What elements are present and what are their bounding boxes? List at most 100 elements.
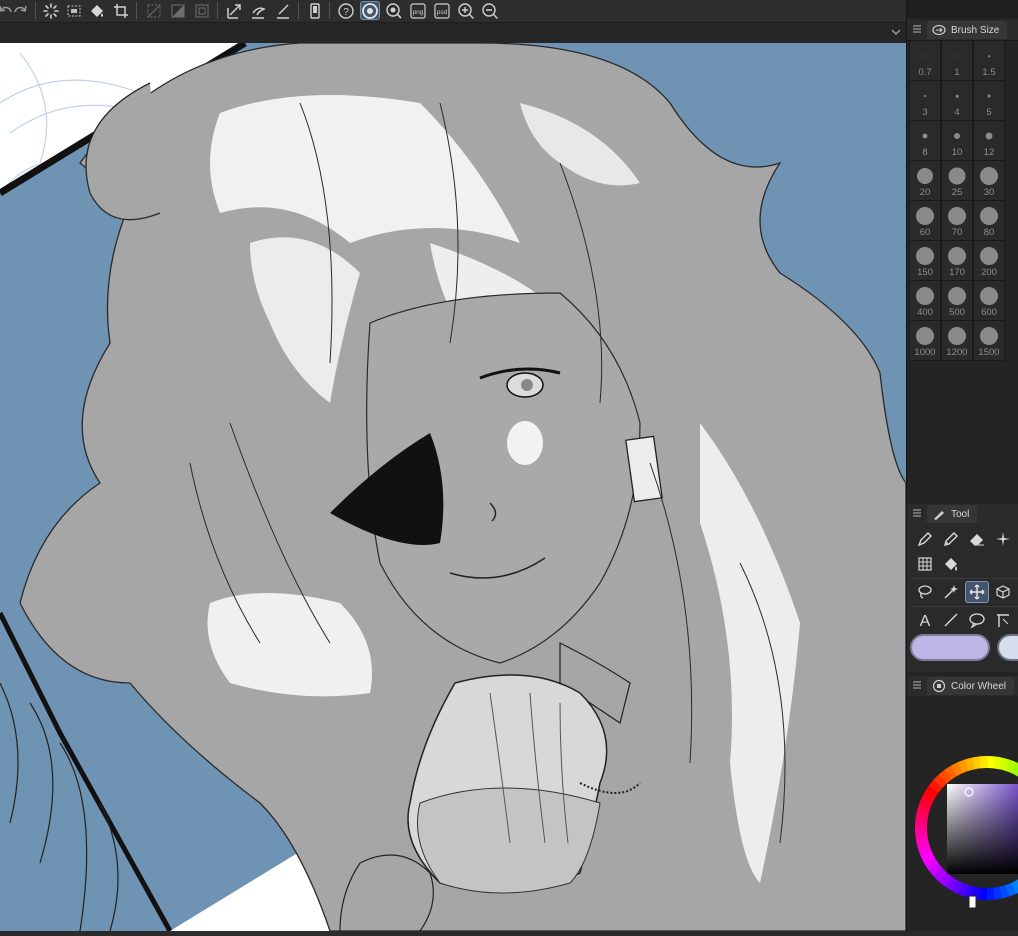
png-icon[interactable]: png (408, 1, 428, 20)
loading-icon[interactable] (41, 1, 61, 20)
device-icon[interactable] (305, 1, 325, 20)
transform-icon[interactable] (224, 1, 244, 20)
hue-ring-segment[interactable] (927, 795, 930, 802)
hue-ring-segment[interactable] (960, 888, 967, 891)
brush-size-cell[interactable]: 170 (941, 240, 973, 281)
invert-selection-icon[interactable] (168, 1, 188, 20)
hue-ring-segment[interactable] (942, 877, 948, 882)
hue-ring-segment[interactable] (948, 881, 954, 885)
brush-size-cell[interactable]: 25 (941, 160, 973, 201)
drawing-canvas[interactable] (0, 43, 906, 931)
speech-balloon-tool-icon[interactable] (965, 609, 989, 631)
brush-size-cell[interactable]: 1000 (909, 320, 941, 361)
hue-ring-segment[interactable] (943, 774, 949, 779)
brush-size-cell[interactable]: 0.7 (909, 40, 941, 81)
hue-ring-segment[interactable] (1001, 763, 1008, 765)
text-tool-icon[interactable]: A (913, 609, 937, 631)
zoom-ring-icon[interactable] (384, 1, 404, 20)
decoration-tool-icon[interactable] (991, 528, 1015, 550)
brush-size-cell[interactable]: 80 (973, 200, 1005, 241)
move-tool-icon[interactable] (965, 581, 989, 603)
menu-icon[interactable] (912, 24, 922, 34)
crop-icon[interactable] (111, 1, 131, 20)
hue-ring-segment[interactable] (922, 841, 924, 848)
hue-ring-segment[interactable] (924, 848, 927, 855)
grid-tool-icon[interactable] (913, 553, 937, 575)
deselect-icon[interactable] (144, 1, 164, 20)
brush-size-cell[interactable]: 1.5 (973, 40, 1005, 81)
hue-ring-segment[interactable] (926, 854, 929, 861)
menu-icon[interactable] (912, 508, 922, 518)
menu-icon[interactable] (912, 680, 922, 690)
color-wheel[interactable] (907, 696, 1018, 931)
chevron-down-icon[interactable] (888, 24, 904, 40)
brush-size-cell[interactable]: 1200 (941, 320, 973, 361)
help-icon[interactable]: ? (336, 1, 356, 20)
hue-handle[interactable] (969, 896, 976, 908)
hue-ring-segment[interactable] (933, 866, 938, 872)
brush-size-cell[interactable]: 1500 (973, 320, 1005, 361)
brush-size-cell[interactable]: 3 (909, 80, 941, 121)
hue-ring-segment[interactable] (967, 763, 974, 765)
brush-size-cell[interactable]: 10 (941, 120, 973, 161)
main-color-swatch[interactable] (910, 634, 990, 661)
tab-tool[interactable]: Tool (927, 505, 977, 523)
select-all-icon[interactable] (64, 1, 84, 20)
zoom-in-icon[interactable] (456, 1, 476, 20)
brush-size-cell[interactable]: 400 (909, 280, 941, 321)
redo-icon[interactable] (10, 1, 30, 20)
brush-size-cell[interactable]: 150 (909, 240, 941, 281)
fill-select-icon[interactable] (248, 1, 268, 20)
hue-ring-segment[interactable] (1007, 765, 1014, 768)
pencil-tool-icon[interactable] (939, 528, 963, 550)
brush-size-cell[interactable]: 30 (973, 160, 1005, 201)
brush-size-cell[interactable]: 500 (941, 280, 973, 321)
brush-size-cell[interactable]: 5 (973, 80, 1005, 121)
selection-border-icon[interactable] (192, 1, 212, 20)
hue-ring-segment[interactable] (948, 771, 954, 775)
brush-size-cell[interactable]: 60 (909, 200, 941, 241)
line-icon[interactable] (273, 1, 293, 20)
3d-tool-icon[interactable] (991, 581, 1015, 603)
eraser-tool-icon[interactable] (965, 528, 989, 550)
hue-ring-segment[interactable] (993, 893, 1000, 894)
hue-ring-segment[interactable] (1014, 768, 1018, 771)
lasso-tool-icon[interactable] (913, 581, 937, 603)
hue-ring-segment[interactable] (921, 814, 922, 821)
hue-ring-segment[interactable] (960, 765, 967, 768)
hue-ring-segment[interactable] (938, 779, 943, 784)
hue-ring-segment[interactable] (938, 872, 943, 877)
brush-size-cell[interactable]: 20 (909, 160, 941, 201)
brush-size-cell[interactable]: 4 (941, 80, 973, 121)
hue-ring-segment[interactable] (1007, 888, 1014, 891)
brush-size-cell[interactable]: 70 (941, 200, 973, 241)
hue-ring-segment[interactable] (930, 860, 934, 866)
stabilizer-icon[interactable] (360, 1, 380, 20)
magic-wand-tool-icon[interactable] (939, 581, 963, 603)
sub-color-swatch[interactable] (997, 634, 1018, 661)
hue-ring-segment[interactable] (1013, 885, 1018, 888)
psd-icon[interactable]: psd (432, 1, 452, 20)
hue-ring-segment[interactable] (973, 892, 980, 893)
hue-ring-segment[interactable] (954, 885, 961, 888)
tab-brush-size[interactable]: Brush Size (927, 21, 1007, 39)
hue-ring-segment[interactable] (921, 834, 922, 841)
hue-ring-segment[interactable] (934, 783, 939, 789)
hue-ring-segment[interactable] (994, 762, 1001, 763)
hue-ring-segment[interactable] (966, 891, 973, 893)
zoom-out-icon[interactable] (480, 1, 500, 20)
hue-ring-segment[interactable] (924, 801, 927, 808)
hue-ring-segment[interactable] (922, 807, 924, 814)
brush-size-cell[interactable]: 1 (941, 40, 973, 81)
brush-size-cell[interactable]: 200 (973, 240, 1005, 281)
fill-icon[interactable] (87, 1, 107, 20)
pen-tool-icon[interactable] (913, 528, 937, 550)
hue-ring-segment[interactable] (973, 762, 980, 763)
hue-ring-segment[interactable] (930, 789, 934, 795)
brush-size-cell[interactable]: 12 (973, 120, 1005, 161)
hue-ring-segment[interactable] (1000, 891, 1007, 893)
tab-color-wheel[interactable]: Color Wheel (927, 677, 1014, 695)
brush-size-cell[interactable]: 8 (909, 120, 941, 161)
hue-ring-segment[interactable] (954, 767, 961, 770)
ruler-tool-icon[interactable] (991, 609, 1015, 631)
